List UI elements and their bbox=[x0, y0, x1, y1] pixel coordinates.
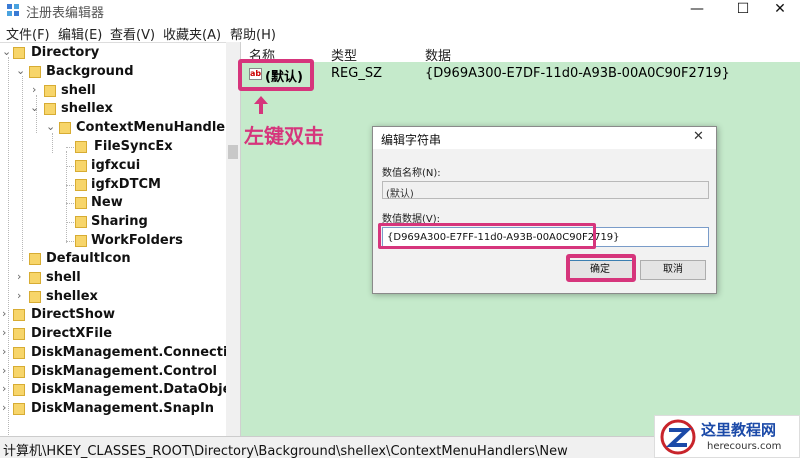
close-button[interactable]: ✕ bbox=[757, 0, 800, 20]
folder-icon bbox=[75, 179, 87, 191]
dialog-title: 编辑字符串 bbox=[381, 133, 442, 147]
value-type: REG_SZ bbox=[331, 66, 382, 81]
folder-icon bbox=[75, 216, 87, 228]
folder-icon bbox=[13, 47, 25, 59]
menu-view[interactable]: 查看(V) bbox=[110, 24, 155, 43]
folder-icon bbox=[29, 272, 41, 284]
tree-scrollbar[interactable] bbox=[226, 42, 240, 436]
registry-editor-icon bbox=[7, 4, 19, 16]
folder-icon bbox=[13, 309, 25, 321]
site-logo-icon bbox=[660, 419, 696, 455]
menu-file[interactable]: 文件(F) bbox=[6, 24, 50, 43]
folder-icon bbox=[29, 291, 41, 303]
folder-icon bbox=[75, 235, 87, 247]
folder-icon bbox=[13, 384, 25, 396]
menu-bar: 文件(F) 编辑(E) 查看(V) 收藏夹(A) 帮助(H) bbox=[0, 20, 800, 43]
default-entry-highlight bbox=[238, 59, 314, 91]
edit-string-dialog: 编辑字符串 ✕ 数值名称(N): (默认) 数值数据(V): {D969A300… bbox=[372, 126, 717, 294]
folder-icon bbox=[44, 103, 56, 115]
folder-icon bbox=[13, 403, 25, 415]
value-list-header: 名称 类型 数据 bbox=[241, 42, 800, 64]
cancel-button[interactable]: 取消 bbox=[640, 260, 706, 280]
value-data-highlight bbox=[378, 223, 596, 249]
folder-icon bbox=[44, 85, 56, 97]
menu-edit[interactable]: 编辑(E) bbox=[58, 24, 102, 43]
tree-scrollbar-thumb[interactable] bbox=[228, 145, 238, 159]
window-title: 注册表编辑器 bbox=[26, 6, 105, 21]
annotation-double-click: 左键双击 bbox=[244, 124, 324, 148]
value-data: {D969A300-E7DF-11d0-A93B-00A0C90F2719} bbox=[425, 66, 730, 81]
folder-icon bbox=[13, 366, 25, 378]
title-bar: 注册表编辑器 — ☐ ✕ bbox=[0, 0, 800, 21]
ok-button-highlight bbox=[566, 254, 636, 282]
folder-icon bbox=[75, 160, 87, 172]
menu-favorites[interactable]: 收藏夹(A) bbox=[163, 24, 221, 43]
folder-icon bbox=[13, 328, 25, 340]
dialog-close-button[interactable]: ✕ bbox=[693, 129, 704, 144]
site-watermark: 这里教程网 herecours.com bbox=[654, 415, 800, 458]
value-row-default[interactable]: ab (默认) REG_SZ {D969A300-E7DF-11d0-A93B-… bbox=[241, 64, 800, 85]
column-header-type[interactable]: 类型 bbox=[331, 45, 357, 64]
folder-icon bbox=[75, 197, 87, 209]
menu-help[interactable]: 帮助(H) bbox=[230, 24, 276, 43]
minimize-button[interactable]: — bbox=[674, 0, 720, 20]
watermark-title: 这里教程网 bbox=[701, 421, 777, 439]
folder-icon bbox=[29, 253, 41, 265]
registry-path: 计算机\HKEY_CLASSES_ROOT\Directory\Backgrou… bbox=[3, 444, 568, 458]
value-name-label: 数值名称(N): bbox=[382, 168, 441, 179]
folder-icon bbox=[13, 347, 25, 359]
column-header-data[interactable]: 数据 bbox=[425, 45, 451, 64]
folder-icon bbox=[75, 141, 87, 153]
arrow-up-icon bbox=[254, 96, 268, 114]
value-name-field: (默认) bbox=[382, 181, 709, 200]
folder-icon bbox=[59, 122, 71, 134]
dialog-title-bar: 编辑字符串 ✕ bbox=[373, 127, 716, 149]
watermark-url: herecours.com bbox=[707, 441, 782, 452]
registry-tree: ⌄ Directory ⌄ Background › shell ⌄ shell… bbox=[0, 42, 240, 436]
folder-icon bbox=[29, 66, 41, 78]
